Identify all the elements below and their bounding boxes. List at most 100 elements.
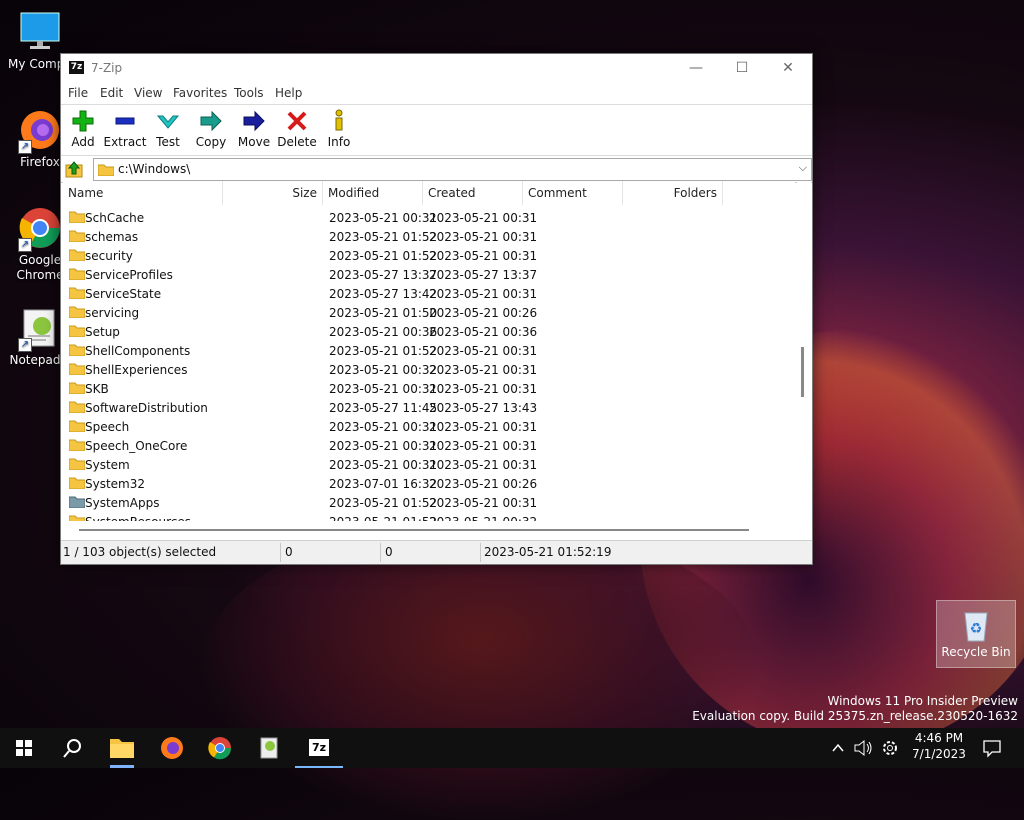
start-icon[interactable] bbox=[0, 728, 48, 768]
horizontal-scroll-thumb[interactable] bbox=[79, 529, 749, 531]
folder-icon bbox=[68, 268, 86, 281]
vertical-scroll-thumb[interactable] bbox=[801, 347, 804, 397]
menu-help[interactable]: Help bbox=[275, 86, 302, 100]
watermark-line1: Windows 11 Pro Insider Preview bbox=[827, 694, 1018, 708]
table-row[interactable]: Speech_OneCore 2023-05-21 00:31 2023-05-21… bbox=[63, 436, 795, 455]
copy-button[interactable]: Copy bbox=[189, 109, 233, 149]
minimize-button[interactable]: — bbox=[673, 54, 719, 82]
copy-icon bbox=[189, 109, 233, 133]
table-row[interactable]: servicing 2023-05-21 01:50 2023-05-21 00:2… bbox=[63, 303, 795, 322]
info-icon bbox=[317, 109, 361, 133]
status-divider bbox=[480, 543, 481, 562]
table-row[interactable]: ServiceState 2023-05-27 13:42 2023-05-21 0… bbox=[63, 284, 795, 303]
cell-modified: 2023-05-27 11:45 bbox=[329, 401, 438, 415]
menu-tools[interactable]: Tools bbox=[234, 86, 264, 100]
cell-modified: 2023-05-27 13:37 bbox=[329, 268, 438, 282]
menu-favorites[interactable]: Favorites bbox=[173, 86, 227, 100]
cell-modified: 2023-05-21 01:52 bbox=[329, 496, 438, 510]
cell-modified: 2023-05-21 01:52 bbox=[329, 344, 438, 358]
7zip-window: 7z 7-Zip — ☐ ✕ File Edit View Favorites … bbox=[60, 53, 813, 565]
status-packed: 0 bbox=[385, 545, 393, 559]
close-button[interactable]: ✕ bbox=[765, 54, 811, 82]
notepad-plus-plus-icon: ↗ bbox=[18, 306, 62, 352]
folder-icon bbox=[68, 477, 86, 490]
title-bar[interactable]: 7z 7-Zip — ☐ ✕ bbox=[61, 54, 812, 82]
table-row[interactable]: System 2023-05-21 00:31 2023-05-21 00:31 bbox=[63, 455, 795, 474]
cell-name: ShellComponents bbox=[85, 344, 191, 358]
table-row[interactable]: SKB 2023-05-21 00:31 2023-05-21 00:31 bbox=[63, 379, 795, 398]
search-icon[interactable] bbox=[48, 728, 96, 768]
delete-button[interactable]: Delete bbox=[275, 109, 319, 149]
firefox-icon[interactable] bbox=[148, 728, 196, 768]
cell-modified: 2023-05-21 01:52 bbox=[329, 515, 437, 521]
monitor-icon bbox=[18, 10, 62, 54]
cell-modified: 2023-07-01 16:32 bbox=[329, 477, 438, 491]
table-row[interactable]: SoftwareDistribution 2023-05-27 11:45 2023… bbox=[63, 398, 795, 417]
vertical-scrollbar[interactable] bbox=[797, 181, 811, 521]
shortcut-arrow-icon: ↗ bbox=[18, 338, 32, 352]
column-header-created[interactable]: Created bbox=[423, 181, 523, 205]
table-row[interactable]: schemas 2023-05-21 01:52 2023-05-21 00:31 bbox=[63, 227, 795, 246]
column-header-name[interactable]: Name bbox=[63, 181, 223, 205]
cell-created: 2023-05-27 13:43 bbox=[429, 401, 538, 415]
table-row[interactable]: Setup 2023-05-21 00:36 2023-05-21 00:36 bbox=[63, 322, 795, 341]
address-path: c:\Windows\ bbox=[118, 162, 191, 176]
cell-modified: 2023-05-27 13:42 bbox=[329, 287, 438, 301]
add-button[interactable]: Add bbox=[61, 109, 105, 149]
status-date: 2023-05-21 01:52:19 bbox=[484, 545, 612, 559]
clock[interactable]: 4:46 PM 7/1/2023 bbox=[908, 728, 970, 768]
7zip-icon[interactable]: 7z bbox=[295, 728, 343, 768]
menu-edit[interactable]: Edit bbox=[100, 86, 123, 100]
table-row[interactable]: ServiceProfiles 2023-05-27 13:37 2023-05-2… bbox=[63, 265, 795, 284]
move-button[interactable]: Move bbox=[232, 109, 276, 149]
move-icon bbox=[232, 109, 276, 133]
chrome-icon[interactable] bbox=[196, 728, 244, 768]
table-row[interactable]: SchCache 2023-05-21 00:31 2023-05-21 00:31 bbox=[63, 208, 795, 227]
folder-icon bbox=[68, 211, 86, 224]
menu-file[interactable]: File bbox=[68, 86, 88, 100]
column-header-size[interactable]: Size bbox=[223, 181, 323, 205]
notepad-plus-plus-icon[interactable] bbox=[245, 728, 293, 768]
notification-icon[interactable] bbox=[978, 728, 1006, 768]
table-row[interactable]: Speech 2023-05-21 00:31 2023-05-21 00:31 bbox=[63, 417, 795, 436]
settings-gear-icon[interactable] bbox=[878, 728, 902, 768]
shortcut-arrow-icon: ↗ bbox=[18, 140, 32, 154]
folder-icon bbox=[68, 230, 86, 243]
desktop-icon-recycle-bin[interactable]: ♻ Recycle Bin bbox=[936, 600, 1016, 668]
column-header-folders[interactable]: Folders bbox=[623, 181, 723, 205]
cell-created: 2023-05-21 00:31 bbox=[429, 230, 538, 244]
cell-modified: 2023-05-21 01:50 bbox=[329, 306, 438, 320]
file-explorer-icon[interactable] bbox=[98, 728, 146, 768]
menu-view[interactable]: View bbox=[134, 86, 162, 100]
table-row[interactable]: System32 2023-07-01 16:32 2023-05-21 00:26 bbox=[63, 474, 795, 493]
address-combobox[interactable]: c:\Windows\ ⌵ bbox=[93, 158, 812, 181]
cell-modified: 2023-05-21 00:31 bbox=[329, 382, 438, 396]
folder-icon bbox=[68, 306, 86, 319]
folder-up-icon[interactable] bbox=[65, 160, 83, 178]
table-row[interactable]: SystemResources 2023-05-21 01:522023-05-2… bbox=[63, 512, 795, 521]
folder-icon bbox=[68, 382, 86, 395]
test-button[interactable]: Test bbox=[146, 109, 190, 149]
recycle-bin-label: Recycle Bin bbox=[941, 645, 1011, 659]
wallpaper-swirl-2 bbox=[200, 520, 760, 820]
show-hidden-icons-button[interactable] bbox=[828, 728, 848, 768]
horizontal-scrollbar[interactable] bbox=[63, 522, 795, 536]
folder-icon bbox=[68, 439, 86, 452]
cell-name: SKB bbox=[85, 382, 109, 396]
table-row[interactable]: security 2023-05-21 01:52 2023-05-21 00:31 bbox=[63, 246, 795, 265]
maximize-button[interactable]: ☐ bbox=[719, 54, 765, 82]
table-row[interactable]: ShellExperiences 2023-05-21 00:32 2023-05-… bbox=[63, 360, 795, 379]
cell-created: 2023-05-21 00:31 bbox=[429, 211, 538, 225]
cell-name: SystemResources bbox=[85, 515, 191, 521]
folder-icon bbox=[68, 401, 86, 414]
recycle-bin-icon: ♻ bbox=[959, 607, 993, 643]
volume-icon[interactable] bbox=[852, 728, 874, 768]
extract-button[interactable]: Extract bbox=[103, 109, 147, 149]
chevron-down-icon[interactable]: ⌵ bbox=[799, 161, 807, 175]
info-button[interactable]: Info bbox=[317, 109, 361, 149]
column-header-modified[interactable]: Modified bbox=[323, 181, 423, 205]
table-row[interactable]: ShellComponents 2023-05-21 01:52 2023-05-2… bbox=[63, 341, 795, 360]
cell-created: 2023-05-21 00:26 bbox=[429, 306, 538, 320]
column-header-comment[interactable]: Comment bbox=[523, 181, 623, 205]
table-row[interactable]: SystemApps 2023-05-21 01:52 2023-05-21 00:… bbox=[63, 493, 795, 512]
